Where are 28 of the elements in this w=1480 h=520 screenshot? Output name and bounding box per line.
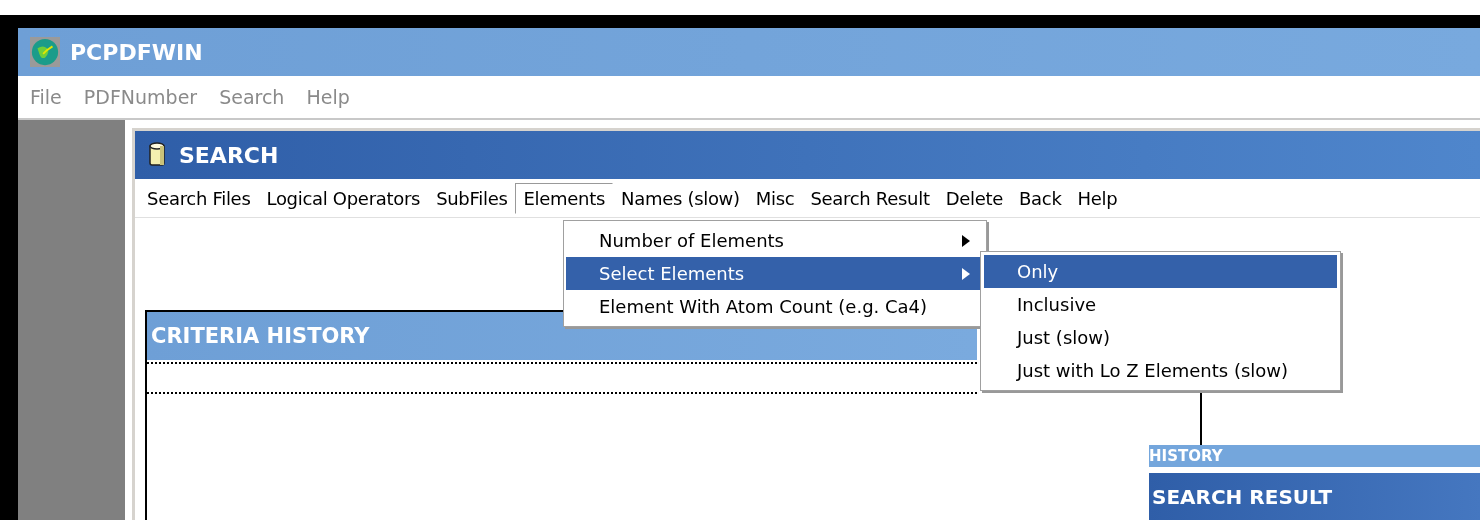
list-row[interactable] <box>147 362 977 394</box>
menu-item[interactable]: SubFiles <box>428 182 516 214</box>
panel-title: HISTORY <box>1149 448 1223 464</box>
menu-item[interactable]: Inclusive <box>984 288 1337 321</box>
connector-line <box>1200 390 1202 445</box>
menu-item[interactable]: Element With Atom Count (e.g. Ca4) <box>566 290 984 323</box>
globe-icon <box>30 37 60 67</box>
menu-item[interactable]: Help <box>1069 182 1126 214</box>
menu-item-label: Element With Atom Count (e.g. Ca4) <box>599 296 928 317</box>
menu-item[interactable]: Elements <box>515 182 613 214</box>
scroll-icon <box>147 142 167 168</box>
panel-title: SEARCH RESULT <box>1152 484 1333 509</box>
menu-item[interactable]: Number of Elements <box>566 224 984 257</box>
menu-item[interactable]: Only <box>984 255 1337 288</box>
menu-item[interactable]: Search Files <box>139 182 259 214</box>
menu-item-label: Select Elements <box>599 263 745 284</box>
menu-item[interactable]: Back <box>1011 182 1070 214</box>
menu-item[interactable]: Misc <box>747 182 803 214</box>
panel-title: CRITERIA HISTORY <box>151 324 370 348</box>
window-title: SEARCH <box>179 142 279 168</box>
menu-item[interactable]: Delete <box>937 182 1011 214</box>
menu-item[interactable]: Just (slow) <box>984 321 1337 354</box>
window-title: PCPDFWIN <box>70 39 203 65</box>
menu-item[interactable]: Search Result <box>802 182 938 214</box>
menu-item[interactable]: Logical Operators <box>258 182 429 214</box>
menu-item-label: Number of Elements <box>599 230 784 251</box>
menu-item[interactable]: Names (slow) <box>613 182 748 214</box>
menu-item[interactable]: Just with Lo Z Elements (slow) <box>984 354 1337 387</box>
